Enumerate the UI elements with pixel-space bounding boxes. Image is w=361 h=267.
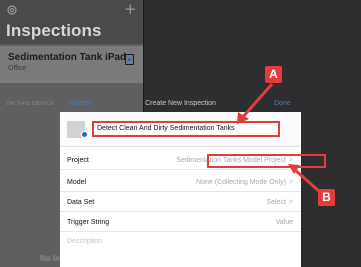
callout-b-label: B — [318, 189, 335, 206]
callout-arrows — [237, 83, 321, 194]
callout-a-label: A — [265, 66, 282, 83]
